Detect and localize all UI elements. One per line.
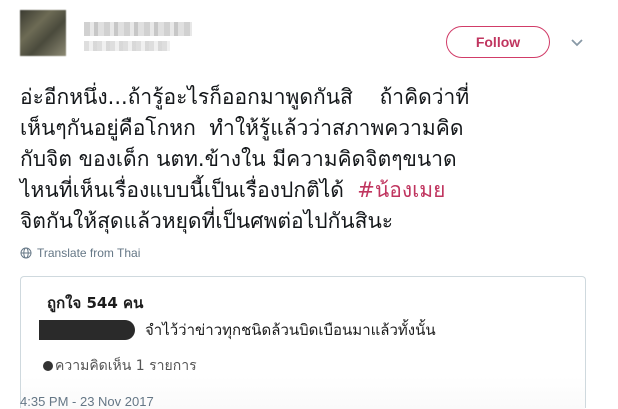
tweet-line: เห็นๆกันอยู่คือโกหก ทำให้รู้แล้วว่าสภาพค… [20,116,464,140]
tweet-text: อ่ะอีกหนึ่ง...ถ้ารู้อะไรก็ออกมาพูดกันสิ … [20,82,600,237]
embedded-image-card[interactable]: ถูกใจ 544 คน จำไว้ว่าข่าวทุกชนิดล้วนบิดเ… [20,276,586,409]
redacted-commenter-name [39,320,135,340]
chevron-down-icon[interactable] [570,38,584,48]
comments-count: ความคิดเห็น 1 รายการ [55,358,197,374]
tweet-line: จิตกันให้สุดแล้วหยุดที่เป็นศพต่อไปกันสิน… [20,209,394,233]
likes-count: ถูกใจ 544 คน [47,294,144,312]
tweet-timestamp[interactable]: 4:35 PM - 23 Nov 2017 [20,394,154,409]
username-redacted[interactable] [84,41,170,51]
translate-label: Translate from Thai [37,246,141,260]
follow-button-label: Follow [475,34,521,50]
comment-row: จำไว้ว่าข่าวทุกชนิดล้วนบิดเบือนมาแล้วทั้… [39,319,436,341]
profile-avatar[interactable] [20,10,66,56]
translate-link[interactable]: Translate from Thai [20,246,140,260]
comments-count-row: ความคิดเห็น 1 รายการ [43,355,197,377]
comment-icon [43,361,53,371]
display-name-redacted[interactable] [84,22,192,36]
tweet-line: ไหนที่เห็นเรื่องแบบนี้เป็นเรื่องปกติได้ [20,178,358,202]
comment-text: จำไว้ว่าข่าวทุกชนิดล้วนบิดเบือนมาแล้วทั้… [145,321,436,339]
tweet-line: กับจิต ของเด็ก นตท.ข้างใน มีความคิดจิตๆข… [20,147,457,171]
tweet-line: อ่ะอีกหนึ่ง...ถ้ารู้อะไรก็ออกมาพูดกันสิ … [20,85,470,109]
globe-icon [20,247,32,259]
hashtag-link[interactable]: #น้องเมย [357,178,445,202]
follow-button[interactable]: Follow [446,26,550,58]
